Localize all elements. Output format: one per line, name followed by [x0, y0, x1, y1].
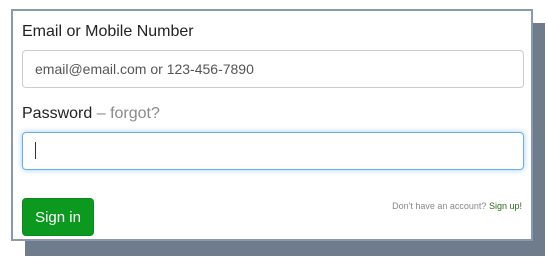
forgot-password-link[interactable]: forgot? — [110, 105, 160, 122]
sign-in-button[interactable]: Sign in — [22, 198, 94, 236]
account-text: Don't have an account? — [392, 201, 487, 211]
password-input[interactable] — [22, 132, 524, 170]
label-dash: – — [96, 105, 106, 122]
email-label: Email or Mobile Number — [22, 23, 194, 40]
email-input[interactable] — [22, 50, 524, 88]
login-panel: Email or Mobile Number Password – forgot… — [11, 9, 533, 241]
password-label-row: Password – forgot? — [22, 104, 160, 124]
sign-up-link[interactable]: Sign up! — [489, 201, 522, 211]
text-caret — [35, 142, 36, 159]
login-widget: Email or Mobile Number Password – forgot… — [0, 0, 547, 257]
signup-prompt: Don't have an account? Sign up! — [392, 200, 522, 212]
password-label: Password — [22, 105, 93, 122]
